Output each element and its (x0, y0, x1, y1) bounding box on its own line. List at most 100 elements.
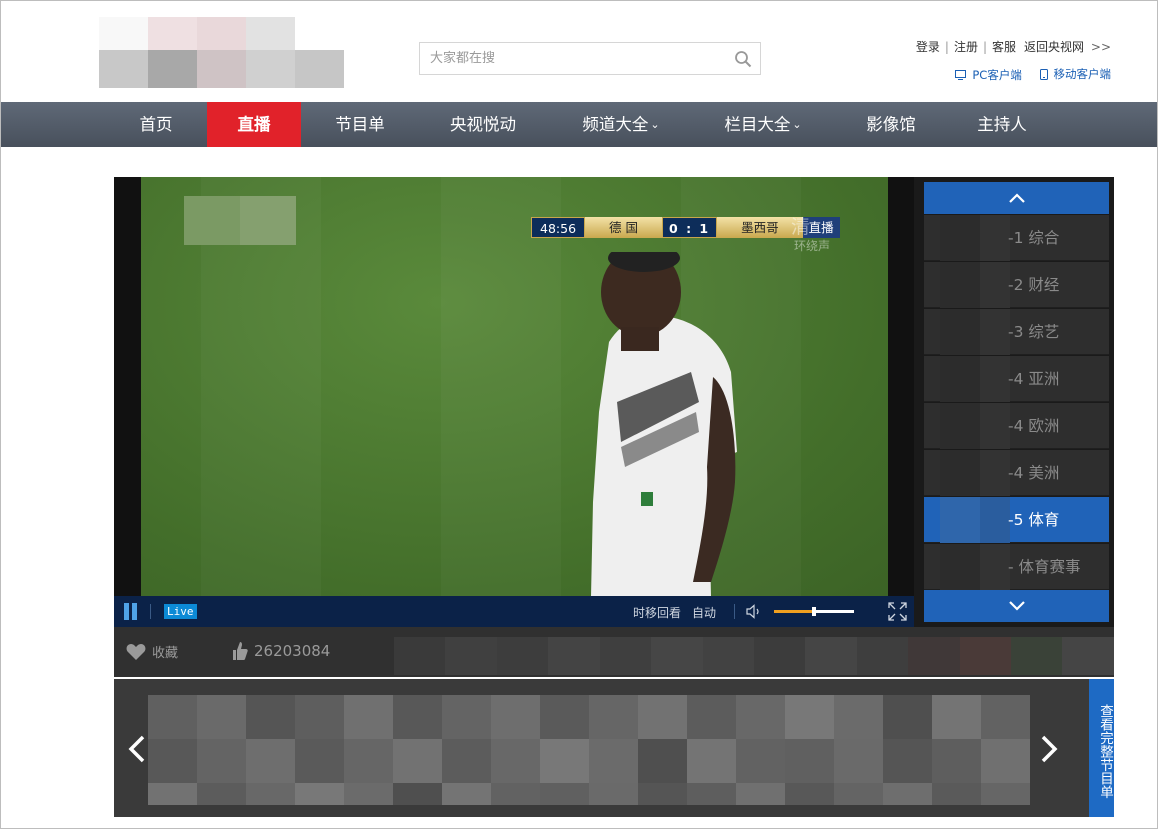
monitor-icon (955, 69, 967, 80)
schedule-tile (981, 783, 1030, 805)
volume-icon[interactable] (745, 604, 763, 619)
schedule-tile (589, 695, 638, 739)
schedule-tile (491, 783, 540, 805)
service-link[interactable]: 客服 (992, 40, 1016, 54)
main-nav: 首页 直播 节目单 央视悦动 频道大全 ⌄ 栏目大全 ⌄ 影像馆 主持人 (1, 102, 1157, 147)
schedule-tile (344, 695, 393, 739)
search-icon[interactable] (734, 50, 752, 68)
site-logo[interactable] (99, 17, 345, 88)
schedule-tile (785, 739, 834, 783)
nav-label: 直播 (237, 115, 271, 134)
nav-channels[interactable]: 频道大全 ⌄ (566, 102, 676, 147)
nav-label: 央视悦动 (450, 115, 516, 134)
channel-item[interactable]: -4 美洲 (924, 450, 1109, 496)
nav-yuedong[interactable]: 央视悦动 (433, 102, 533, 147)
schedule-items[interactable] (148, 695, 1030, 805)
schedule-tile (148, 739, 197, 783)
chevron-left-icon[interactable] (126, 734, 148, 764)
channel-item[interactable]: -4 亚洲 (924, 356, 1109, 402)
channel-item[interactable]: -4 欧洲 (924, 403, 1109, 449)
channel-logo (184, 196, 296, 245)
nav-label: 影像馆 (866, 115, 916, 134)
schedule-tile (491, 739, 540, 783)
channel-item-active[interactable]: -5 体育 (924, 497, 1109, 543)
chevron-right-icon[interactable] (1038, 734, 1060, 764)
volume-slider[interactable] (774, 607, 854, 616)
schedule-tile (589, 739, 638, 783)
channel-scroll-up[interactable] (924, 182, 1109, 214)
live-player: 48:56 德 国 0 : 1 墨西哥 直播 清 环绕声 Live 时移回看 自… (114, 177, 1114, 627)
channel-label: -1 综合 (1008, 229, 1060, 247)
full-schedule-button[interactable]: 查看完整节目单 (1089, 679, 1114, 817)
schedule-tile (785, 695, 834, 739)
nav-live[interactable]: 直播 (207, 102, 301, 147)
schedule-tile (344, 783, 393, 805)
mobile-client-link[interactable]: 移动客户端 (1039, 66, 1111, 82)
nav-gallery[interactable]: 影像馆 (850, 102, 932, 147)
register-link[interactable]: 注册 (954, 40, 978, 54)
client-links: PC客户端 移动客户端 (941, 66, 1111, 83)
nav-label: 首页 (139, 115, 173, 134)
schedule-tile (687, 783, 736, 805)
phone-icon (1039, 68, 1048, 80)
schedule-tile (883, 739, 932, 783)
schedule-tile (393, 695, 442, 739)
nav-programs[interactable]: 栏目大全 ⌄ (708, 102, 818, 147)
schedule-tile (981, 695, 1030, 739)
schedule-tile (638, 695, 687, 739)
schedule-tile (442, 739, 491, 783)
volume-knob[interactable] (812, 607, 816, 616)
schedule-tile (197, 739, 246, 783)
like-button[interactable]: 26203084 (232, 641, 330, 661)
match-score: 0 : 1 (662, 217, 718, 238)
pitch-stripe (441, 177, 561, 596)
schedule-tile (295, 739, 344, 783)
favorite-label: 收藏 (152, 646, 179, 661)
back-to-cctv-link[interactable]: 返回央视网 (1024, 40, 1084, 54)
channel-item[interactable]: -2 财经 (924, 262, 1109, 308)
nav-hosts[interactable]: 主持人 (961, 102, 1043, 147)
nav-label: 频道大全 (582, 115, 649, 134)
schedule-tile (883, 783, 932, 805)
video-frame[interactable]: 48:56 德 国 0 : 1 墨西哥 直播 清 环绕声 (141, 177, 888, 596)
schedule-tile (344, 739, 393, 783)
search-input[interactable] (420, 43, 720, 74)
chevron-down-icon: ⌄ (650, 118, 660, 131)
nav-home[interactable]: 首页 (122, 102, 190, 147)
fullscreen-icon[interactable] (888, 602, 907, 621)
channel-list: -1 综合 -2 财经 -3 综艺 -4 亚洲 -4 欧洲 -4 美洲 -5 体… (914, 177, 1114, 627)
schedule-tile (638, 783, 687, 805)
channel-scroll-down[interactable] (924, 590, 1109, 622)
schedule-tile (491, 695, 540, 739)
schedule-tile (540, 783, 589, 805)
timeshift-button[interactable]: 时移回看 (633, 604, 681, 621)
schedule-tile (246, 783, 295, 805)
divider: | (944, 40, 949, 54)
schedule-tile (834, 739, 883, 783)
player-controlbar: Live 时移回看 自动 (114, 596, 914, 627)
thumbs-up-icon (233, 642, 248, 660)
schedule-tile (393, 739, 442, 783)
divider (734, 604, 735, 619)
pc-client-link[interactable]: PC客户端 (955, 67, 1022, 83)
favorite-button[interactable]: 收藏 (126, 642, 178, 661)
like-count: 26203084 (254, 642, 331, 660)
live-badge: Live (164, 604, 197, 619)
quality-selector[interactable]: 自动 (692, 604, 716, 621)
channel-item[interactable]: - 体育赛事 (924, 544, 1109, 590)
schedule-tile (442, 695, 491, 739)
channel-item[interactable]: -3 综艺 (924, 309, 1109, 355)
channel-item[interactable]: -1 综合 (924, 215, 1109, 261)
nav-schedule[interactable]: 节目单 (319, 102, 401, 147)
schedule-tile (687, 695, 736, 739)
volume-fill (774, 610, 814, 613)
login-link[interactable]: 登录 (916, 40, 940, 54)
channel-label: -4 亚洲 (1008, 370, 1060, 388)
channel-thumbnail (940, 215, 1010, 261)
schedule-tile (638, 739, 687, 783)
schedule-tile (540, 739, 589, 783)
pc-client-label: PC客户端 (972, 67, 1022, 82)
schedule-tile (883, 695, 932, 739)
channel-thumbnail (940, 450, 1010, 496)
pause-icon[interactable] (123, 603, 139, 620)
